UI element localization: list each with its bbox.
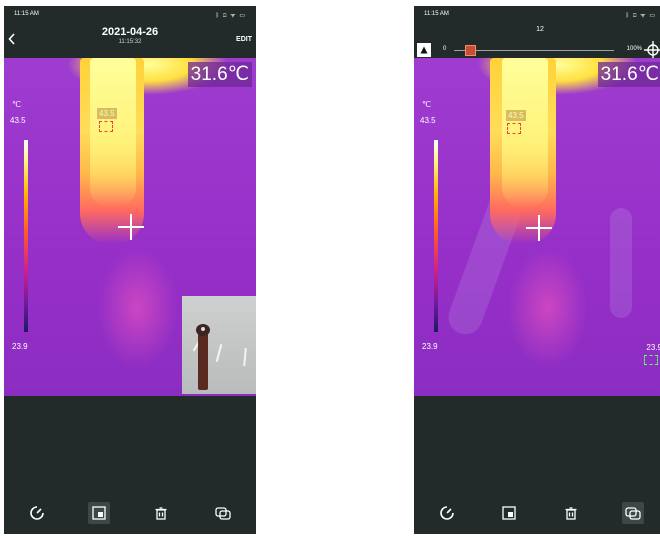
picture-in-picture-icon — [92, 506, 106, 520]
scale-min: 23.9 — [422, 342, 438, 351]
picture-in-picture-icon — [502, 506, 516, 520]
blend-slider-thumb[interactable] — [464, 45, 476, 56]
bottom-toolbar — [414, 494, 660, 534]
scale-unit: ℃ — [422, 100, 431, 109]
floor-line — [243, 347, 247, 367]
center-temperature: 31.6℃ — [597, 62, 660, 87]
hot-spot-label: 43.5 — [506, 110, 526, 121]
slider-min-label: 0 — [443, 46, 447, 52]
toolbar-button-pip[interactable] — [498, 502, 520, 524]
phone-screen-left: 11:15 AM ᛒ ⊡ ᯤ ▭ 2021-04-26 11:15:32 EDI… — [4, 6, 256, 534]
color-scale-bar — [434, 140, 438, 332]
toolbar-button-pip[interactable] — [88, 502, 110, 524]
hot-region-core — [90, 58, 136, 208]
center-crosshair — [118, 214, 144, 240]
move-crosshair-icon — [644, 41, 660, 59]
cold-spot-marker — [644, 355, 658, 365]
center-crosshair — [526, 215, 552, 241]
status-icons: ᛒ ⊡ ᯤ ▭ — [215, 13, 246, 19]
center-temperature: 31.6℃ — [187, 62, 252, 87]
object-rod-highlight — [201, 327, 205, 331]
toolbar-button-fusion[interactable] — [622, 502, 644, 524]
scale-max: 43.5 — [10, 116, 26, 125]
status-time: 11:15 AM — [424, 11, 449, 17]
hot-spot-marker — [99, 121, 113, 132]
image-count: 12 — [536, 26, 544, 33]
blend-slider[interactable] — [454, 50, 614, 51]
fusion-controls: 0 100% — [414, 41, 660, 59]
cold-spot-label: 23.9 — [646, 343, 660, 352]
visible-light-preview[interactable] — [182, 296, 256, 394]
status-bar: 11:15 AM ᛒ ⊡ ᯤ ▭ — [4, 6, 256, 20]
status-time: 11:15 AM — [14, 11, 39, 17]
mode-toggle-button[interactable] — [417, 43, 431, 57]
gauge-icon — [440, 506, 454, 520]
phone-screen-right: 11:15 AM ᛒ ⊡ ᯤ ▭ 12 0 100% 31.6℃ ℃ 43.5 … — [414, 6, 660, 534]
scale-unit: ℃ — [12, 100, 21, 109]
hot-spot-label: 43.5 — [97, 108, 117, 119]
bottom-toolbar — [4, 494, 256, 534]
trash-icon — [565, 507, 577, 520]
fusion-icon — [215, 507, 231, 520]
slider-max-label: 100% — [626, 46, 642, 52]
scale-min: 23.9 — [12, 342, 28, 351]
gauge-icon — [30, 506, 44, 520]
triangle-icon — [420, 46, 428, 54]
toolbar-button-delete[interactable] — [150, 502, 172, 524]
edit-button[interactable]: EDIT — [236, 36, 252, 43]
hot-spot-marker — [507, 123, 521, 134]
capture-date: 2021-04-26 — [101, 26, 159, 38]
trash-icon — [155, 507, 167, 520]
status-bar: 11:15 AM ᛒ ⊡ ᯤ ▭ — [414, 6, 660, 20]
capture-time: 11:15:32 — [118, 39, 142, 45]
toolbar-button-gauge[interactable] — [26, 502, 48, 524]
thermal-image[interactable]: 31.6℃ ℃ 43.5 23.9 43.5 23.9 — [414, 58, 660, 396]
thermal-image[interactable]: 31.6℃ ℃ 43.5 23.9 43.5 — [4, 58, 256, 396]
color-scale-bar — [24, 140, 28, 332]
toolbar-button-fusion[interactable] — [212, 502, 234, 524]
toolbar-button-delete[interactable] — [560, 502, 582, 524]
toolbar-button-gauge[interactable] — [436, 502, 458, 524]
fusion-overlay-shape — [610, 208, 632, 318]
scale-max: 43.5 — [420, 116, 436, 125]
status-icons: ᛒ ⊡ ᯤ ▭ — [625, 13, 656, 19]
floor-line — [215, 344, 223, 362]
fusion-icon — [625, 507, 641, 520]
object-rod — [198, 332, 208, 390]
